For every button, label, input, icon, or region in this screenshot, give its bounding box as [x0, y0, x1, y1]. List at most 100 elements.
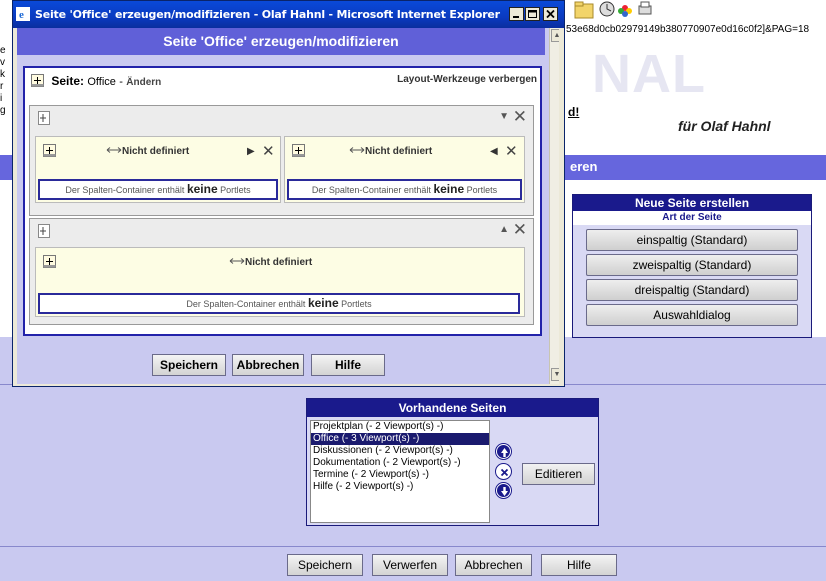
page-info: Seite: Office - Ändern — [31, 74, 161, 88]
popup-content: Seite 'Office' erzeugen/modifizieren Sei… — [17, 28, 559, 384]
move-right-icon[interactable]: ▶ — [247, 146, 255, 157]
browser-toolbar-icons — [565, 0, 655, 20]
new-page-panel: Neue Seite erstellen Art der Seite einsp… — [572, 194, 812, 338]
existing-pages-title: Vorhandene Seiten — [307, 399, 598, 417]
page-label: Seite: — [51, 74, 85, 88]
window-title: Seite 'Office' erzeugen/modifizieren - O… — [35, 8, 500, 21]
help-button[interactable]: Hilfe — [311, 354, 385, 376]
column-label: Nicht definiert — [349, 146, 432, 157]
move-left-icon[interactable]: ◀ — [490, 146, 498, 157]
save-button[interactable]: Speichern — [152, 354, 226, 376]
layout-editor: Seite: Office - Ändern Layout-Werkzeuge … — [23, 66, 542, 336]
close-icon[interactable]: ✕ — [505, 142, 518, 160]
close-icon[interactable] — [543, 7, 558, 21]
pages-listbox[interactable]: Projektplan (- 2 Viewport(s) -) Office (… — [310, 420, 490, 523]
empty-keyword: keine — [433, 182, 465, 196]
three-column-button[interactable]: dreispaltig (Standard) — [586, 279, 798, 301]
minimize-icon[interactable] — [509, 7, 524, 21]
empty-column-message: Der Spalten-Container enthält keine Port… — [287, 179, 522, 200]
edit-page-popup-window: e Seite 'Office' erzeugen/modifizieren -… — [12, 0, 565, 387]
add-portlet-icon[interactable] — [43, 255, 56, 268]
svg-text:e: e — [19, 9, 24, 21]
existing-pages-panel: Vorhandene Seiten Projektplan (- 2 Viewp… — [306, 398, 599, 526]
list-item[interactable]: Projektplan (- 2 Viewport(s) -) — [311, 421, 489, 433]
scroll-up-icon[interactable]: ▲ — [551, 29, 559, 42]
two-column-button[interactable]: zweispaltig (Standard) — [586, 254, 798, 276]
page-name: Office — [87, 76, 116, 88]
new-page-title: Neue Seite erstellen — [573, 195, 811, 211]
help-button[interactable]: Hilfe — [541, 554, 617, 576]
empty-column-message: Der Spalten-Container enthält keine Port… — [38, 293, 520, 314]
flower-icon[interactable] — [618, 5, 632, 17]
left-mark: g — [0, 105, 6, 116]
maximize-icon[interactable] — [525, 7, 540, 21]
divider — [0, 546, 826, 547]
scroll-down-icon[interactable]: ▼ — [551, 368, 559, 381]
left-mark: v — [0, 57, 5, 68]
folder-icon[interactable] — [574, 1, 594, 19]
row-container: ▼ ✕ Nicht definiert ▶ ✕ Der Spalten-Cont… — [29, 105, 534, 216]
empty-keyword: keine — [186, 182, 218, 196]
empty-column-message: Der Spalten-Container enthält keine Port… — [38, 179, 278, 200]
page-type-label: Art der Seite — [573, 211, 811, 225]
undefined-label: Nicht definiert — [365, 146, 433, 157]
section-title: eren — [570, 159, 598, 174]
separator: - — [119, 76, 123, 88]
empty-suffix: Portlets — [338, 299, 372, 309]
empty-message-text: Der Spalten-Container enthält — [65, 185, 187, 195]
empty-message-text: Der Spalten-Container enthält — [186, 299, 308, 309]
add-row-icon[interactable] — [38, 224, 50, 238]
edit-button[interactable]: Editieren — [522, 463, 595, 485]
collapse-icon[interactable]: ▼ — [499, 111, 509, 122]
history-icon[interactable] — [599, 1, 615, 17]
background-left-edge: e v k r i g — [0, 45, 10, 117]
site-logo: NAL — [592, 44, 706, 104]
undefined-label: Nicht definiert — [122, 146, 190, 157]
window-titlebar[interactable]: e Seite 'Office' erzeugen/modifizieren -… — [13, 1, 564, 28]
add-portlet-icon[interactable] — [43, 144, 56, 157]
print-icon[interactable] — [638, 1, 652, 15]
edit-page-link[interactable]: Ändern — [126, 77, 161, 88]
move-up-icon[interactable] — [496, 444, 511, 459]
list-item[interactable]: Dokumentation (- 2 Viewport(s) -) — [311, 457, 489, 469]
row-container: ▲ ✕ Nicht definiert Der Spalten-Containe… — [29, 218, 534, 325]
column-cell: Nicht definiert ◀ ✕ Der Spalten-Containe… — [284, 136, 525, 203]
popup-heading: Seite 'Office' erzeugen/modifizieren — [17, 28, 545, 55]
column-label: Nicht definiert — [229, 257, 312, 268]
empty-suffix: Portlets — [464, 185, 498, 195]
list-item[interactable]: Termine (- 2 Viewport(s) -) — [311, 469, 489, 481]
internet-explorer-icon: e — [16, 7, 30, 21]
empty-keyword: keine — [307, 296, 339, 310]
delete-icon[interactable] — [496, 464, 511, 479]
left-mark: e — [0, 45, 6, 56]
resize-icon[interactable] — [106, 146, 122, 154]
save-button[interactable]: Speichern — [287, 554, 363, 576]
selection-dialog-button[interactable]: Auswahldialog — [586, 304, 798, 326]
add-portlet-icon[interactable] — [292, 144, 305, 157]
resize-icon[interactable] — [349, 146, 365, 154]
single-column-button[interactable]: einspaltig (Standard) — [586, 229, 798, 251]
left-mark: k — [0, 69, 5, 80]
close-icon[interactable]: ✕ — [513, 107, 527, 127]
add-row-icon[interactable] — [38, 111, 50, 125]
close-icon[interactable]: ✕ — [262, 142, 275, 160]
cancel-button[interactable]: Abbrechen — [455, 554, 532, 576]
move-down-icon[interactable] — [496, 483, 511, 498]
expand-icon[interactable]: ▲ — [499, 224, 509, 235]
close-icon[interactable]: ✕ — [513, 220, 527, 240]
empty-message-text: Der Spalten-Container enthält — [311, 185, 434, 195]
resize-icon[interactable] — [229, 257, 245, 265]
empty-suffix: Portlets — [217, 185, 251, 195]
list-item[interactable]: Office (- 3 Viewport(s) -) — [311, 433, 489, 445]
greeting-fragment: d! — [568, 105, 580, 119]
add-icon[interactable] — [31, 74, 44, 87]
column-cell: Nicht definiert ▶ ✕ Der Spalten-Containe… — [35, 136, 281, 203]
list-item[interactable]: Diskussionen (- 2 Viewport(s) -) — [311, 445, 489, 457]
list-item[interactable]: Hilfe (- 2 Viewport(s) -) — [311, 481, 489, 493]
column-cell: Nicht definiert Der Spalten-Container en… — [35, 247, 525, 317]
cancel-button[interactable]: Abbrechen — [232, 354, 304, 376]
hide-layout-tools-link[interactable]: Layout-Werkzeuge verbergen — [397, 74, 537, 85]
discard-button[interactable]: Verwerfen — [372, 554, 448, 576]
address-bar-url[interactable]: 53e68d0cb02979149b380770907e0d16c0f2]&PA… — [566, 24, 809, 35]
vertical-scrollbar[interactable]: ▲ ▼ — [549, 28, 559, 384]
